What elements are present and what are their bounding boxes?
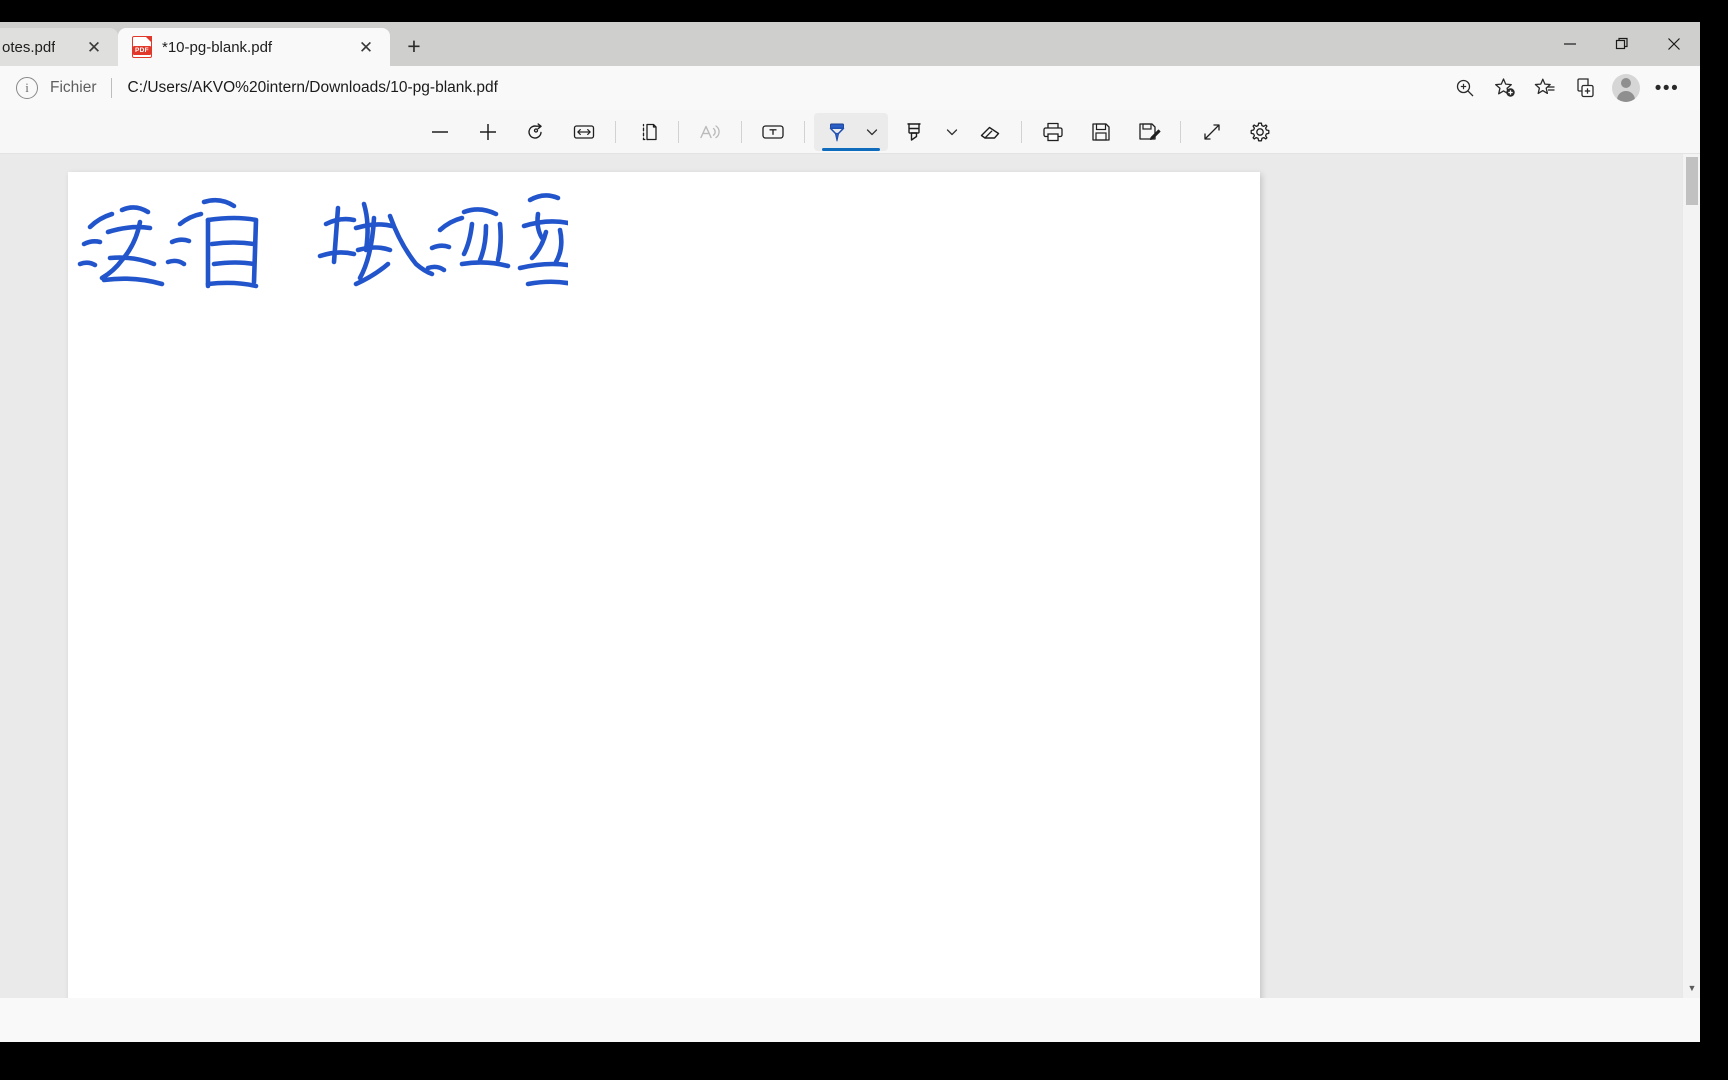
toolbar-separator [741,120,742,143]
rotate-icon[interactable] [516,115,556,149]
tab-title: otes.pdf [2,38,56,56]
tab-close-icon[interactable]: ✕ [352,33,380,61]
url-separator [110,78,112,98]
new-tab-button[interactable]: + [396,29,432,63]
add-favorite-icon[interactable] [1486,71,1524,105]
ink-annotation [77,193,568,289]
pdf-file-icon: PDF [132,36,152,58]
fit-to-width-icon[interactable] [564,115,604,149]
address-bar-actions: ••• [1446,70,1686,106]
draw-tool-group [814,112,888,151]
address-bar: i Fichier C:/Users/AKVO%20intern/Downloa… [0,66,1700,110]
add-text-icon[interactable] [753,115,793,149]
expand-icon[interactable] [1192,115,1232,149]
scrollbar-thumb[interactable] [1686,157,1698,205]
tab-strip: otes.pdf ✕ PDF *10-pg-blank.pdf ✕ + [0,22,1700,66]
collections-icon[interactable] [1566,71,1604,105]
draw-pen-icon[interactable] [817,114,857,149]
pdf-page[interactable] [68,172,1260,998]
toolbar-separator [1180,120,1181,143]
zoom-in-icon[interactable] [468,115,508,149]
tab-close-icon[interactable]: ✕ [80,33,108,61]
pdf-toolbar [0,110,1700,154]
settings-gear-icon[interactable] [1240,115,1280,149]
highlighter-icon[interactable] [894,115,934,149]
toolbar-separator [678,120,679,143]
avatar [1612,74,1640,102]
url-scheme-label: Fichier [50,79,97,96]
eraser-icon[interactable] [970,115,1010,149]
url-input[interactable]: i Fichier C:/Users/AKVO%20intern/Downloa… [16,71,1436,105]
pdf-viewer-area[interactable]: ▼ [0,154,1700,998]
close-icon[interactable] [1648,22,1700,66]
zoom-search-icon[interactable] [1446,71,1484,105]
toolbar-separator [804,120,805,143]
highlighter-options-chevron-icon[interactable] [938,115,966,149]
zoom-out-icon[interactable] [420,115,460,149]
site-info-icon[interactable]: i [16,77,38,99]
tab-item-0[interactable]: otes.pdf ✕ [0,28,118,66]
minimize-icon[interactable] [1544,22,1596,66]
pen-options-chevron-icon[interactable] [858,115,886,149]
toolbar-separator [1021,120,1022,143]
restore-icon[interactable] [1596,22,1648,66]
read-aloud-icon[interactable] [690,115,730,149]
save-icon[interactable] [1081,115,1121,149]
more-options-icon[interactable]: ••• [1648,71,1686,105]
print-icon[interactable] [1033,115,1073,149]
page-view-icon[interactable] [627,115,667,149]
profile-avatar[interactable] [1606,70,1646,106]
browser-window: otes.pdf ✕ PDF *10-pg-blank.pdf ✕ + i Fi… [0,22,1700,1042]
pdf-icon-label: PDF [133,46,151,55]
tab-item-1[interactable]: PDF *10-pg-blank.pdf ✕ [118,28,390,66]
tab-title: *10-pg-blank.pdf [162,38,273,56]
scrollbar-down-arrow-icon[interactable]: ▼ [1683,978,1700,998]
window-caption-buttons [1544,22,1700,66]
vertical-scrollbar[interactable]: ▼ [1682,154,1700,998]
toolbar-separator [615,120,616,143]
url-text: C:/Users/AKVO%20intern/Downloads/10-pg-b… [127,79,498,96]
save-as-icon[interactable] [1129,115,1169,149]
favorites-icon[interactable] [1526,71,1564,105]
